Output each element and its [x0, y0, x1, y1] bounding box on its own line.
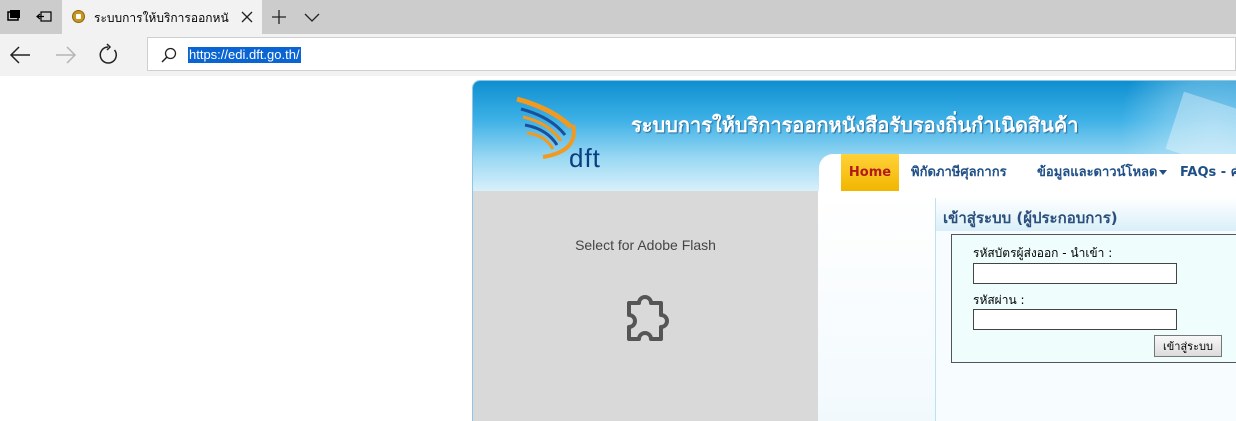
- site-banner: dft ระบบการให้บริการออกหนังสือรับรองถิ่น…: [473, 81, 1236, 191]
- url-field[interactable]: https://edi.dft.go.th/: [147, 37, 1236, 71]
- exporter-id-label: รหัสบัตรผู้ส่งออก - นำเข้า :: [973, 246, 1113, 260]
- forward-arrow-icon: [52, 42, 78, 68]
- active-tab[interactable]: ระบบการให้บริการออกหนังสื: [62, 0, 262, 34]
- content-area: [818, 191, 935, 421]
- menu-downloads[interactable]: ข้อมูลและดาวน์โหลด: [1037, 154, 1168, 191]
- address-bar: https://edi.dft.go.th/: [0, 34, 1236, 76]
- login-panel: เข้าสู่ระบบ (ผู้ประกอบการ) รหัสบัตรผู้ส่…: [935, 198, 1236, 421]
- login-header: เข้าสู่ระบบ (ผู้ประกอบการ): [936, 198, 1236, 231]
- tab-actions-icon[interactable]: [2, 0, 26, 34]
- refresh-icon[interactable]: [96, 42, 122, 68]
- url-text[interactable]: https://edi.dft.go.th/: [188, 47, 301, 63]
- tab-title: ระบบการให้บริการออกหนังสื: [94, 11, 229, 25]
- login-form: รหัสบัตรผู้ส่งออก - นำเข้า : รหัสผ่าน : …: [951, 234, 1236, 363]
- close-tab-icon[interactable]: [238, 8, 256, 26]
- set-aside-tabs-icon[interactable]: [33, 0, 57, 34]
- menu-downloads-label: ข้อมูลและดาวน์โหลด: [1037, 165, 1158, 180]
- chevron-down-icon[interactable]: [299, 0, 325, 34]
- site-favicon-icon: [72, 10, 85, 23]
- flash-placeholder[interactable]: Select for Adobe Flash: [473, 191, 818, 421]
- password-label: รหัสผ่าน :: [973, 293, 1025, 307]
- login-button[interactable]: เข้าสู่ระบบ: [1154, 335, 1222, 357]
- password-input[interactable]: [973, 309, 1177, 330]
- menu-home[interactable]: Home: [841, 154, 899, 191]
- exporter-id-input[interactable]: [973, 263, 1177, 284]
- login-title: เข้าสู่ระบบ (ผู้ประกอบการ): [943, 209, 1118, 227]
- website: dft ระบบการให้บริการออกหนังสือรับรองถิ่น…: [472, 80, 1236, 421]
- tab-bar: ระบบการให้บริการออกหนังสื: [0, 0, 1236, 34]
- site-title: ระบบการให้บริการออกหนังสือรับรองถิ่นกำเน…: [631, 113, 1079, 137]
- back-arrow-icon[interactable]: [8, 42, 34, 68]
- menu-faqs[interactable]: FAQs - คำ: [1180, 154, 1236, 191]
- logo-text: dft: [569, 143, 601, 173]
- menu-tariff[interactable]: พิกัดภาษีศุลกากร: [911, 154, 1007, 191]
- search-icon: [160, 46, 178, 64]
- caret-down-icon: [1159, 170, 1168, 175]
- main-menu: Home พิกัดภาษีศุลกากร ข้อมูลและดาวน์โหลด…: [819, 154, 1236, 191]
- flash-placeholder-text: Select for Adobe Flash: [575, 237, 716, 253]
- new-tab-icon[interactable]: [266, 0, 292, 34]
- plugin-puzzle-icon: [615, 289, 675, 353]
